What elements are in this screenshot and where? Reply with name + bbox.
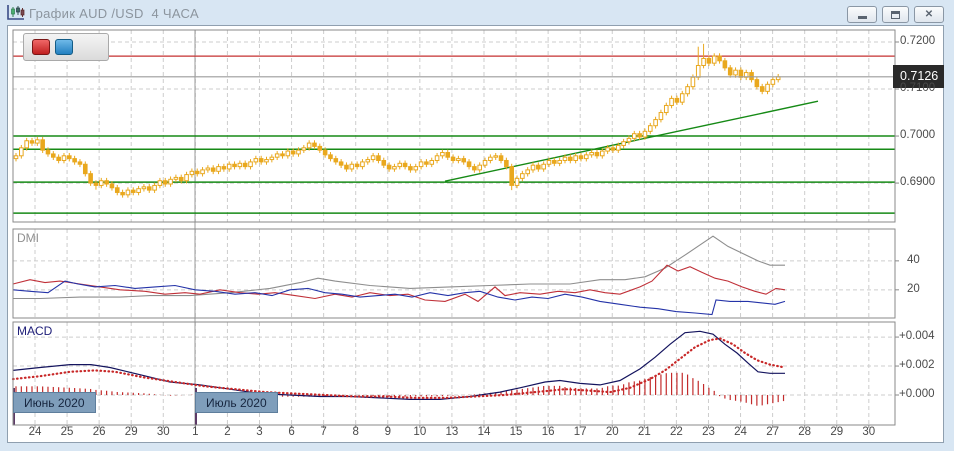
macd-axis-label: +0.000 <box>899 388 935 400</box>
time-axis-label: 24 <box>23 426 47 438</box>
time-axis-label: 17 <box>568 426 592 438</box>
price-axis-label: 0.7200 <box>900 35 935 47</box>
dmi-axis-label: 40 <box>907 254 920 266</box>
time-axis-label: 20 <box>600 426 624 438</box>
time-axis-label: 27 <box>761 426 785 438</box>
time-axis-label: 29 <box>119 426 143 438</box>
time-axis-label: 28 <box>793 426 817 438</box>
time-axis-label: 29 <box>825 426 849 438</box>
macd-axis-label: +0.004 <box>899 330 935 342</box>
chart-toolbar <box>23 33 109 61</box>
time-axis-label: 1 <box>183 426 207 438</box>
macd-panel-label: MACD <box>17 324 52 338</box>
chart-window: График AUD /USD 4 ЧАСА ✕ DMI MACD Июнь 2… <box>0 0 954 451</box>
time-axis-label: 13 <box>440 426 464 438</box>
time-axis-label: 8 <box>344 426 368 438</box>
month-label-july: Июль 2020 <box>195 392 278 413</box>
time-axis-label: 30 <box>151 426 175 438</box>
time-axis-label: 26 <box>87 426 111 438</box>
time-axis-label: 2 <box>215 426 239 438</box>
time-axis-label: 15 <box>504 426 528 438</box>
time-axis-label: 24 <box>729 426 753 438</box>
time-axis-label: 10 <box>408 426 432 438</box>
macd-axis-label: +0.002 <box>899 359 935 371</box>
dmi-axis-label: 20 <box>907 283 920 295</box>
time-axis-label: 6 <box>280 426 304 438</box>
time-axis-label: 7 <box>312 426 336 438</box>
time-axis-label: 3 <box>247 426 271 438</box>
time-axis-label: 9 <box>376 426 400 438</box>
time-axis-label: 30 <box>857 426 881 438</box>
month-label-june: Июнь 2020 <box>13 392 96 413</box>
time-axis-label: 14 <box>472 426 496 438</box>
time-axis-label: 16 <box>536 426 560 438</box>
time-axis-label: 25 <box>55 426 79 438</box>
time-axis-label: 23 <box>696 426 720 438</box>
buy-blue-button[interactable] <box>55 39 73 55</box>
sell-red-button[interactable] <box>32 39 50 55</box>
price-axis-label: 0.7100 <box>900 82 935 94</box>
time-axis-label: 22 <box>664 426 688 438</box>
chart-plot-area[interactable] <box>0 0 954 451</box>
price-axis-label: 0.6900 <box>900 176 935 188</box>
dmi-panel-label: DMI <box>17 231 39 245</box>
time-axis-label: 21 <box>632 426 656 438</box>
price-axis-label: 0.7000 <box>900 129 935 141</box>
